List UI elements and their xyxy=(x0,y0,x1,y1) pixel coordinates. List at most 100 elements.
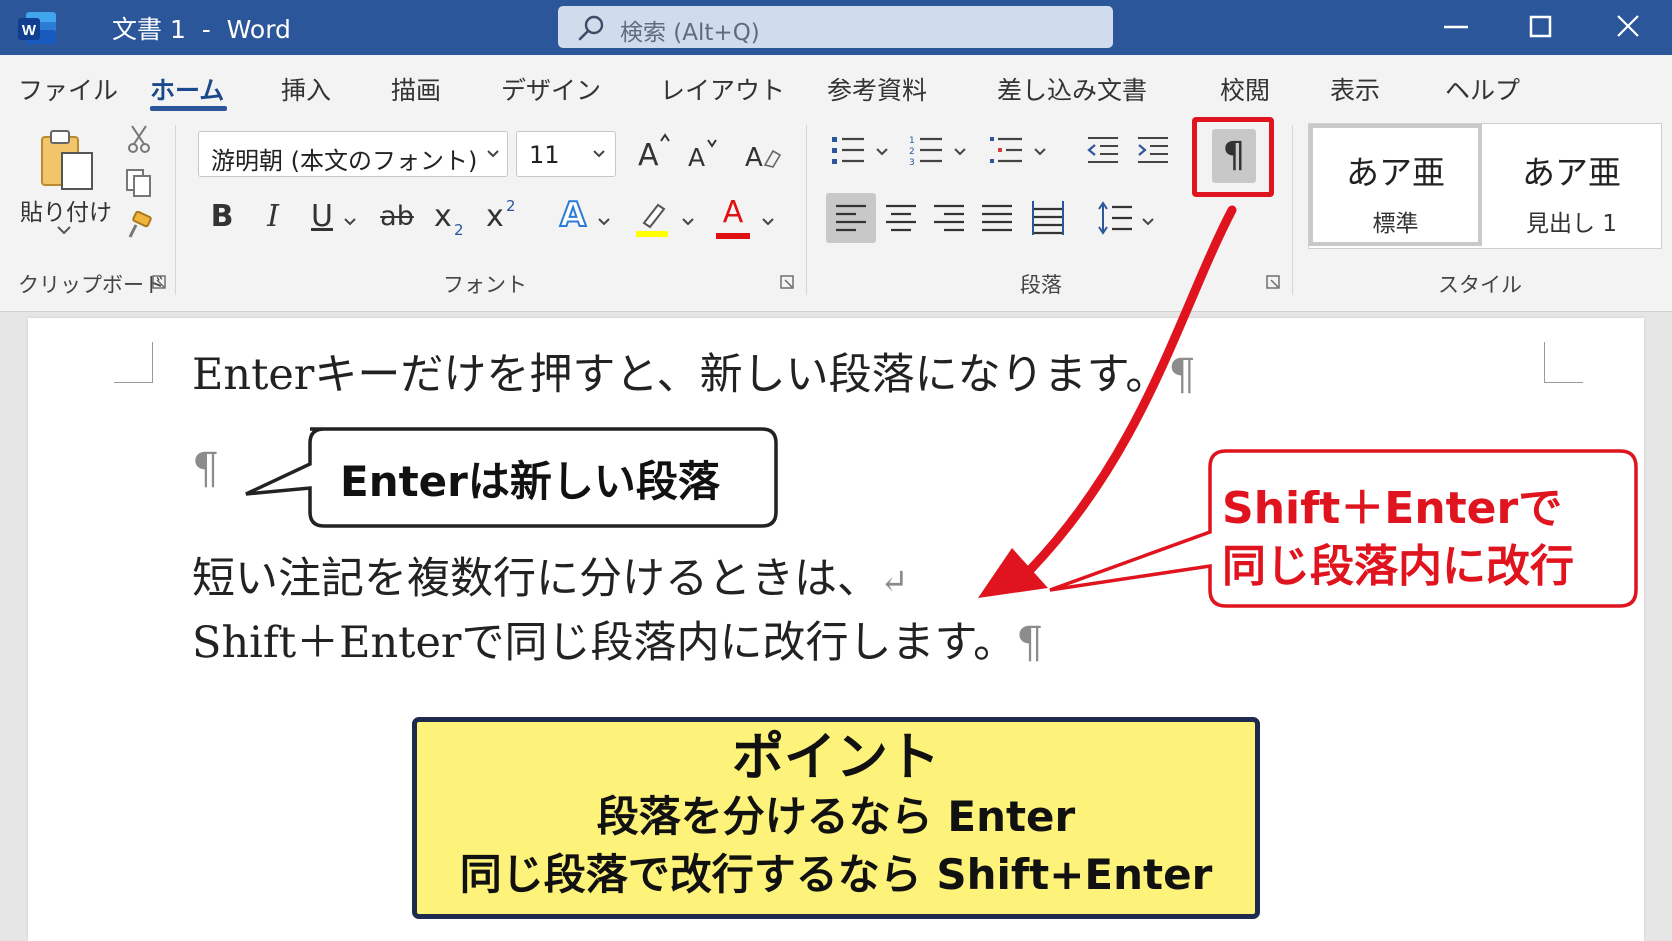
group-label-clipboard: クリップボード xyxy=(18,273,165,297)
chevron-down-icon[interactable] xyxy=(760,215,776,229)
title-bar: W 文書 1 - Word 検索 (Alt+Q) xyxy=(0,0,1672,55)
tab-help[interactable]: ヘルプ xyxy=(1445,71,1520,107)
search-icon xyxy=(578,15,604,41)
pilcrow-mark: ¶ xyxy=(1168,350,1196,400)
minimize-icon[interactable] xyxy=(1434,6,1478,48)
underline-button[interactable]: U xyxy=(308,199,336,234)
chevron-down-icon[interactable] xyxy=(55,223,73,237)
superscript-button[interactable]: x 2 xyxy=(486,197,526,239)
empty-paragraph-mark: ¶ xyxy=(192,444,220,494)
active-tab-indicator xyxy=(150,106,227,111)
chevron-down-icon[interactable] xyxy=(591,147,607,161)
paste-label[interactable]: 貼り付け xyxy=(20,193,112,227)
align-center-icon[interactable] xyxy=(884,203,918,233)
doc-paragraph-1: Enterキーだけを押すと、新しい段落になります。¶ xyxy=(192,340,1196,402)
text-effects-button[interactable]: A xyxy=(556,194,590,236)
font-name-value: 游明朝 (本文のフォント) xyxy=(211,147,478,175)
chevron-down-icon[interactable] xyxy=(485,147,501,161)
document-title: 文書 1 - Word xyxy=(112,15,291,44)
chevron-down-icon[interactable] xyxy=(1140,215,1156,229)
dialog-launcher-icon[interactable] xyxy=(1266,275,1280,289)
font-color-button[interactable]: A xyxy=(716,195,750,239)
superscript-mark: 2 xyxy=(506,197,516,215)
highlight-icon[interactable] xyxy=(634,199,670,239)
paragraph-text: Enterキーだけを押すと、新しい段落になります。 xyxy=(192,350,1169,400)
font-size-combo[interactable]: 11 xyxy=(516,131,616,177)
svg-text:A: A xyxy=(688,143,705,171)
shrink-font-icon[interactable]: A xyxy=(686,135,722,171)
clear-formatting-icon[interactable]: A xyxy=(743,135,783,171)
pilcrow-mark: ¶ xyxy=(1016,618,1044,668)
dialog-launcher-icon[interactable] xyxy=(780,275,794,289)
style-heading-1[interactable]: あア亜 見出し 1 xyxy=(1485,124,1658,246)
svg-text:A: A xyxy=(638,138,659,171)
line-break-mark: ↵ xyxy=(880,562,909,602)
search-box[interactable]: 検索 (Alt+Q) xyxy=(558,6,1113,48)
decrease-indent-icon[interactable] xyxy=(1084,133,1122,167)
tab-design[interactable]: デザイン xyxy=(501,71,601,107)
point-line-1: 段落を分けるなら Enter xyxy=(596,792,1076,841)
group-label-styles: スタイル xyxy=(1438,273,1522,297)
paragraph-text: Shift＋Enterで同じ段落内に改行します。 xyxy=(192,618,1017,668)
tab-layout[interactable]: レイアウト xyxy=(660,71,785,107)
maximize-icon[interactable] xyxy=(1518,6,1562,48)
cut-icon[interactable] xyxy=(126,124,152,154)
style-name: 見出し 1 xyxy=(1526,211,1617,237)
show-paragraph-marks-button[interactable]: ¶ xyxy=(1212,129,1256,183)
margin-corner-mark xyxy=(1544,342,1583,383)
callout-shift-enter-line-1: Shift＋Enterで xyxy=(1222,483,1563,534)
italic-button[interactable]: I xyxy=(260,199,286,234)
font-color-letter: A xyxy=(722,195,744,230)
tab-insert[interactable]: 挿入 xyxy=(281,71,331,107)
dialog-launcher-icon[interactable] xyxy=(152,275,166,289)
bold-button[interactable]: B xyxy=(208,199,236,234)
chevron-down-icon[interactable] xyxy=(342,215,358,229)
format-painter-icon[interactable] xyxy=(124,211,154,241)
margin-corner-mark xyxy=(114,342,153,383)
chevron-down-icon[interactable] xyxy=(874,145,890,159)
bullets-icon[interactable] xyxy=(830,133,870,167)
svg-text:2: 2 xyxy=(909,147,915,157)
superscript-x: x xyxy=(486,199,504,234)
tab-draw[interactable]: 描画 xyxy=(391,71,441,107)
strikethrough-button[interactable]: ab xyxy=(378,201,416,232)
align-right-icon[interactable] xyxy=(932,203,966,233)
justify-icon[interactable] xyxy=(980,203,1014,233)
word-logo-icon[interactable]: W xyxy=(16,10,58,46)
point-summary-box: ポイント 段落を分けるなら Enter 同じ段落で改行するなら Shift+En… xyxy=(412,717,1260,919)
font-color-swatch xyxy=(716,233,750,239)
tab-mailings[interactable]: 差し込み文書 xyxy=(997,71,1147,107)
close-icon[interactable] xyxy=(1606,6,1650,48)
numbering-icon[interactable]: 123 xyxy=(908,133,948,167)
svg-text:A: A xyxy=(745,143,763,171)
tab-review[interactable]: 校閲 xyxy=(1220,71,1270,107)
tab-file[interactable]: ファイル xyxy=(18,71,118,107)
align-left-button[interactable] xyxy=(826,193,876,243)
font-name-combo[interactable]: 游明朝 (本文のフォント) xyxy=(198,131,508,177)
paragraph-text: 短い注記を複数行に分けるときは、 xyxy=(192,554,880,604)
line-spacing-icon[interactable] xyxy=(1096,199,1134,237)
group-separator xyxy=(175,125,176,295)
chevron-down-icon[interactable] xyxy=(596,215,612,229)
copy-icon[interactable] xyxy=(124,167,154,199)
style-name: 標準 xyxy=(1372,211,1419,237)
tab-home[interactable]: ホーム xyxy=(150,71,224,107)
chevron-down-icon[interactable] xyxy=(1032,145,1048,159)
style-sample: あア亜 xyxy=(1522,153,1621,192)
style-gallery: あア亜 標準 あア亜 見出し 1 xyxy=(1308,123,1662,249)
multilevel-list-icon[interactable] xyxy=(988,133,1028,167)
group-label-paragraph: 段落 xyxy=(1020,273,1062,297)
increase-indent-icon[interactable] xyxy=(1134,133,1172,167)
subscript-button[interactable]: x 2 xyxy=(434,199,474,239)
distributed-icon[interactable] xyxy=(1030,199,1066,237)
tab-references[interactable]: 参考資料 xyxy=(827,71,927,107)
chevron-down-icon[interactable] xyxy=(952,145,968,159)
paste-icon[interactable] xyxy=(38,127,96,193)
grow-font-icon[interactable]: A xyxy=(636,131,676,171)
tab-view[interactable]: 表示 xyxy=(1330,71,1380,107)
group-separator xyxy=(806,125,807,295)
style-normal[interactable]: あア亜 標準 xyxy=(1309,124,1482,246)
chevron-down-icon[interactable] xyxy=(680,215,696,229)
ribbon: 貼り付け クリップボード 游明朝 (本文のフォント) 11 A A A B I … xyxy=(0,115,1672,312)
point-line-2: 同じ段落で改行するなら Shift+Enter xyxy=(459,850,1213,899)
